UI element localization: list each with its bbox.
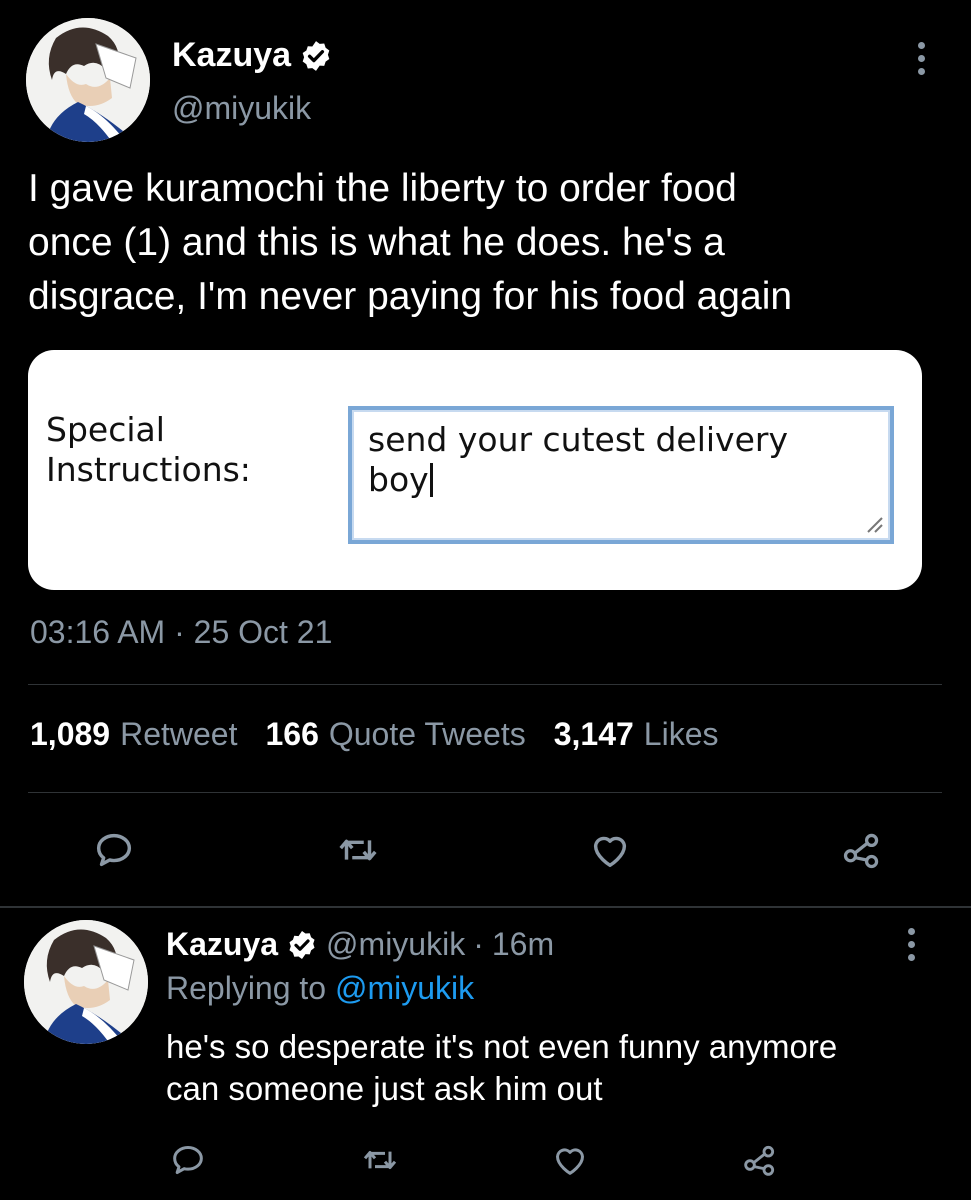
more-options-icon[interactable] <box>906 42 936 82</box>
replying-to: Replying to @miyukik <box>166 970 474 1007</box>
share-button[interactable] <box>732 1132 788 1188</box>
heart-icon <box>593 836 627 868</box>
like-button[interactable] <box>582 822 638 878</box>
retweet-button[interactable] <box>352 1132 408 1188</box>
retweet-icon <box>339 839 377 861</box>
retweets-count: 1,089 <box>30 716 111 752</box>
quotes-count: 166 <box>265 716 319 752</box>
section-divider <box>0 906 971 908</box>
retweet-icon <box>363 1151 397 1169</box>
reply-icon <box>173 1146 203 1174</box>
media-form-label: Special Instructions: <box>46 410 251 489</box>
meta-separator: · <box>473 926 484 962</box>
likes-stat[interactable]: 3,147 Likes <box>554 716 719 753</box>
author-handle[interactable]: @miyukik <box>172 90 311 127</box>
reply-button[interactable] <box>160 1132 216 1188</box>
media-instructions-textbox: send your cutest delivery boy <box>348 406 894 544</box>
author-name[interactable]: Kazuya <box>172 36 291 75</box>
likes-count: 3,147 <box>553 716 634 752</box>
media-instructions-value: send your cutest delivery boy <box>368 420 878 500</box>
retweet-button[interactable] <box>330 822 386 878</box>
divider <box>28 792 942 793</box>
reply-handle[interactable]: @miyukik <box>326 926 465 963</box>
avatar[interactable] <box>26 18 150 142</box>
divider <box>28 684 942 685</box>
reply-time[interactable]: 16m <box>492 926 554 963</box>
share-button[interactable] <box>834 822 890 878</box>
replying-to-mention[interactable]: @miyukik <box>335 970 474 1006</box>
reply-button[interactable] <box>86 822 142 878</box>
reply-text: he's so desperate it's not even funny an… <box>166 1028 838 1107</box>
heart-icon <box>556 1148 584 1175</box>
share-icon <box>744 1145 775 1176</box>
replying-to-label: Replying to <box>166 970 327 1006</box>
more-options-icon[interactable] <box>896 928 926 968</box>
text-caret <box>429 463 433 497</box>
reply-icon <box>96 833 132 867</box>
quotes-stat[interactable]: 166 Quote Tweets <box>265 716 525 753</box>
author-name-row[interactable]: Kazuya <box>172 36 333 75</box>
tweet-media-image[interactable]: Special Instructions: send your cutest d… <box>28 350 922 590</box>
likes-label: Likes <box>643 716 719 752</box>
like-button[interactable] <box>542 1132 598 1188</box>
tweet-stats: 1,089 Retweet 166 Quote Tweets 3,147 Likes <box>30 716 719 753</box>
verified-badge-icon <box>286 929 318 961</box>
reply-author-name[interactable]: Kazuya <box>166 926 278 963</box>
verified-badge-icon <box>299 39 333 73</box>
quotes-label: Quote Tweets <box>328 716 526 752</box>
reply-header: Kazuya @miyukik · 16m <box>166 926 554 963</box>
tweet-timestamp[interactable]: 03:16 AM · 25 Oct 21 <box>30 614 332 651</box>
tweet-text: I gave kuramochi the liberty to order fo… <box>28 167 793 318</box>
reply-avatar[interactable] <box>24 920 148 1044</box>
resize-grip-icon <box>867 517 883 533</box>
retweets-label: Retweet <box>120 716 238 752</box>
retweets-stat[interactable]: 1,089 Retweet <box>30 716 237 753</box>
share-icon <box>843 833 879 869</box>
